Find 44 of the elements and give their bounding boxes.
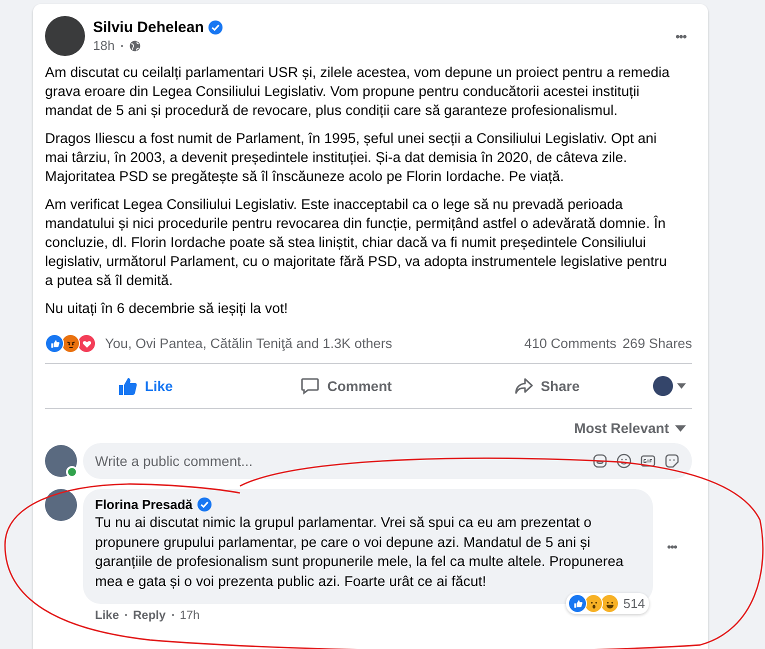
emoji-icon[interactable] bbox=[616, 453, 632, 469]
post-paragraph: Am discutat cu ceilalți parlamentari USR și, zilele acestea, vom depune un proiect pentru a remedia grava eroare din Legea Consiliului Legislativ. Vom propune pentru conducătorii acestei instituții mandat de 5 ani și procedură de revocare, plus condiții care să garanteze profesionalismul. bbox=[45, 64, 670, 121]
globe-icon bbox=[128, 40, 141, 52]
love-reaction-icon bbox=[77, 334, 96, 353]
sticker-icon[interactable] bbox=[592, 453, 608, 469]
like-link[interactable]: Like bbox=[95, 608, 120, 622]
like-reaction-icon bbox=[568, 594, 588, 613]
haha-reaction-icon bbox=[600, 594, 620, 613]
post-time[interactable]: 18h bbox=[93, 38, 115, 53]
separator-dot bbox=[172, 614, 174, 616]
shares-count[interactable]: 269 Shares bbox=[622, 336, 692, 351]
sticker-face-icon[interactable] bbox=[664, 453, 680, 469]
like-action-button[interactable]: Like bbox=[45, 368, 246, 404]
comment-author[interactable]: Florina Presadă bbox=[95, 497, 193, 512]
wow-reaction-icon bbox=[584, 594, 604, 613]
caret-icon bbox=[675, 424, 686, 432]
comment-action-button[interactable]: Comment bbox=[246, 368, 446, 404]
comments-count[interactable]: 410 Comments bbox=[524, 336, 616, 351]
comment-time[interactable]: 17h bbox=[180, 608, 200, 622]
angry-reaction-icon bbox=[61, 334, 80, 353]
post-paragraph: Am verificat Legea Consiliului Legislativ. Este inacceptabil ca o lege să nu prevadă perioada mandatului și nici procedurile pentru revocarea din funcție, permițând astfel o adevărată domnie. În concluzie, dl. Florin Iordache poate să stea liniștit, chiar dacă va fi numit președintele Consiliului legislativ, următorul Parlament, cu o majoritate fără PSD, va adopta instrumentele legislative pentru a putea să îl demită. bbox=[45, 196, 668, 291]
caret-icon bbox=[677, 383, 686, 389]
separator-dot bbox=[120, 44, 123, 46]
sort-dropdown[interactable]: Most Relevant bbox=[568, 419, 692, 437]
thumbs-up-icon bbox=[118, 376, 138, 396]
reply-link[interactable]: Reply bbox=[133, 608, 166, 622]
comment-reactions[interactable]: 514 bbox=[566, 593, 649, 614]
more-options-button[interactable]: ••• bbox=[669, 24, 692, 48]
reactors-text[interactable]: You, Ovi Pantea, Cătălin Teniţă and 1.3K others bbox=[105, 336, 392, 351]
post-paragraph: Nu uitați în 6 decembrie să ieșiți la vot! bbox=[45, 300, 289, 319]
avatar-placeholder bbox=[45, 489, 77, 521]
share-action-button[interactable]: Share bbox=[446, 368, 648, 404]
author-name[interactable]: Silviu Dehelean bbox=[93, 19, 204, 36]
separator-dot bbox=[125, 614, 128, 616]
like-reaction-icon bbox=[45, 334, 64, 353]
comment-input-field[interactable]: Write a public comment... bbox=[83, 443, 692, 479]
speech-bubble-icon bbox=[300, 376, 320, 396]
comment-options-button[interactable]: ••• bbox=[661, 536, 683, 558]
post-paragraph: Dragos Iliescu a fost numit de Parlament, în 1995, șeful unei secții a Consiliului Legislativ. Opt ani mai târziu, în 2003, a devenit președintele instituției. Și-a dat demisia în 2020, de câteva zile. Majoritatea PSD se pregătește să îl înscăuneze acolo pe Florin Iordache. Pe viață. bbox=[45, 130, 658, 187]
gif-icon[interactable] bbox=[640, 453, 656, 469]
share-arrow-icon bbox=[514, 376, 534, 396]
avatar-placeholder bbox=[45, 445, 77, 477]
avatar-placeholder bbox=[45, 16, 85, 56]
comment-text: Tu nu ai discutat nimic la grupul parlamentar. Vrei să spui ca eu am prezentat o propunere grupului parlamentar, pe care o voi depune azi. Mandatul de 5 ani și garanțiile de profesionalism sunt propunerile mele, la fel ca multe altele. Propunerea mea e gata și o voi prezenta public azi. Foarte urât ce ai făcut! bbox=[95, 514, 624, 592]
